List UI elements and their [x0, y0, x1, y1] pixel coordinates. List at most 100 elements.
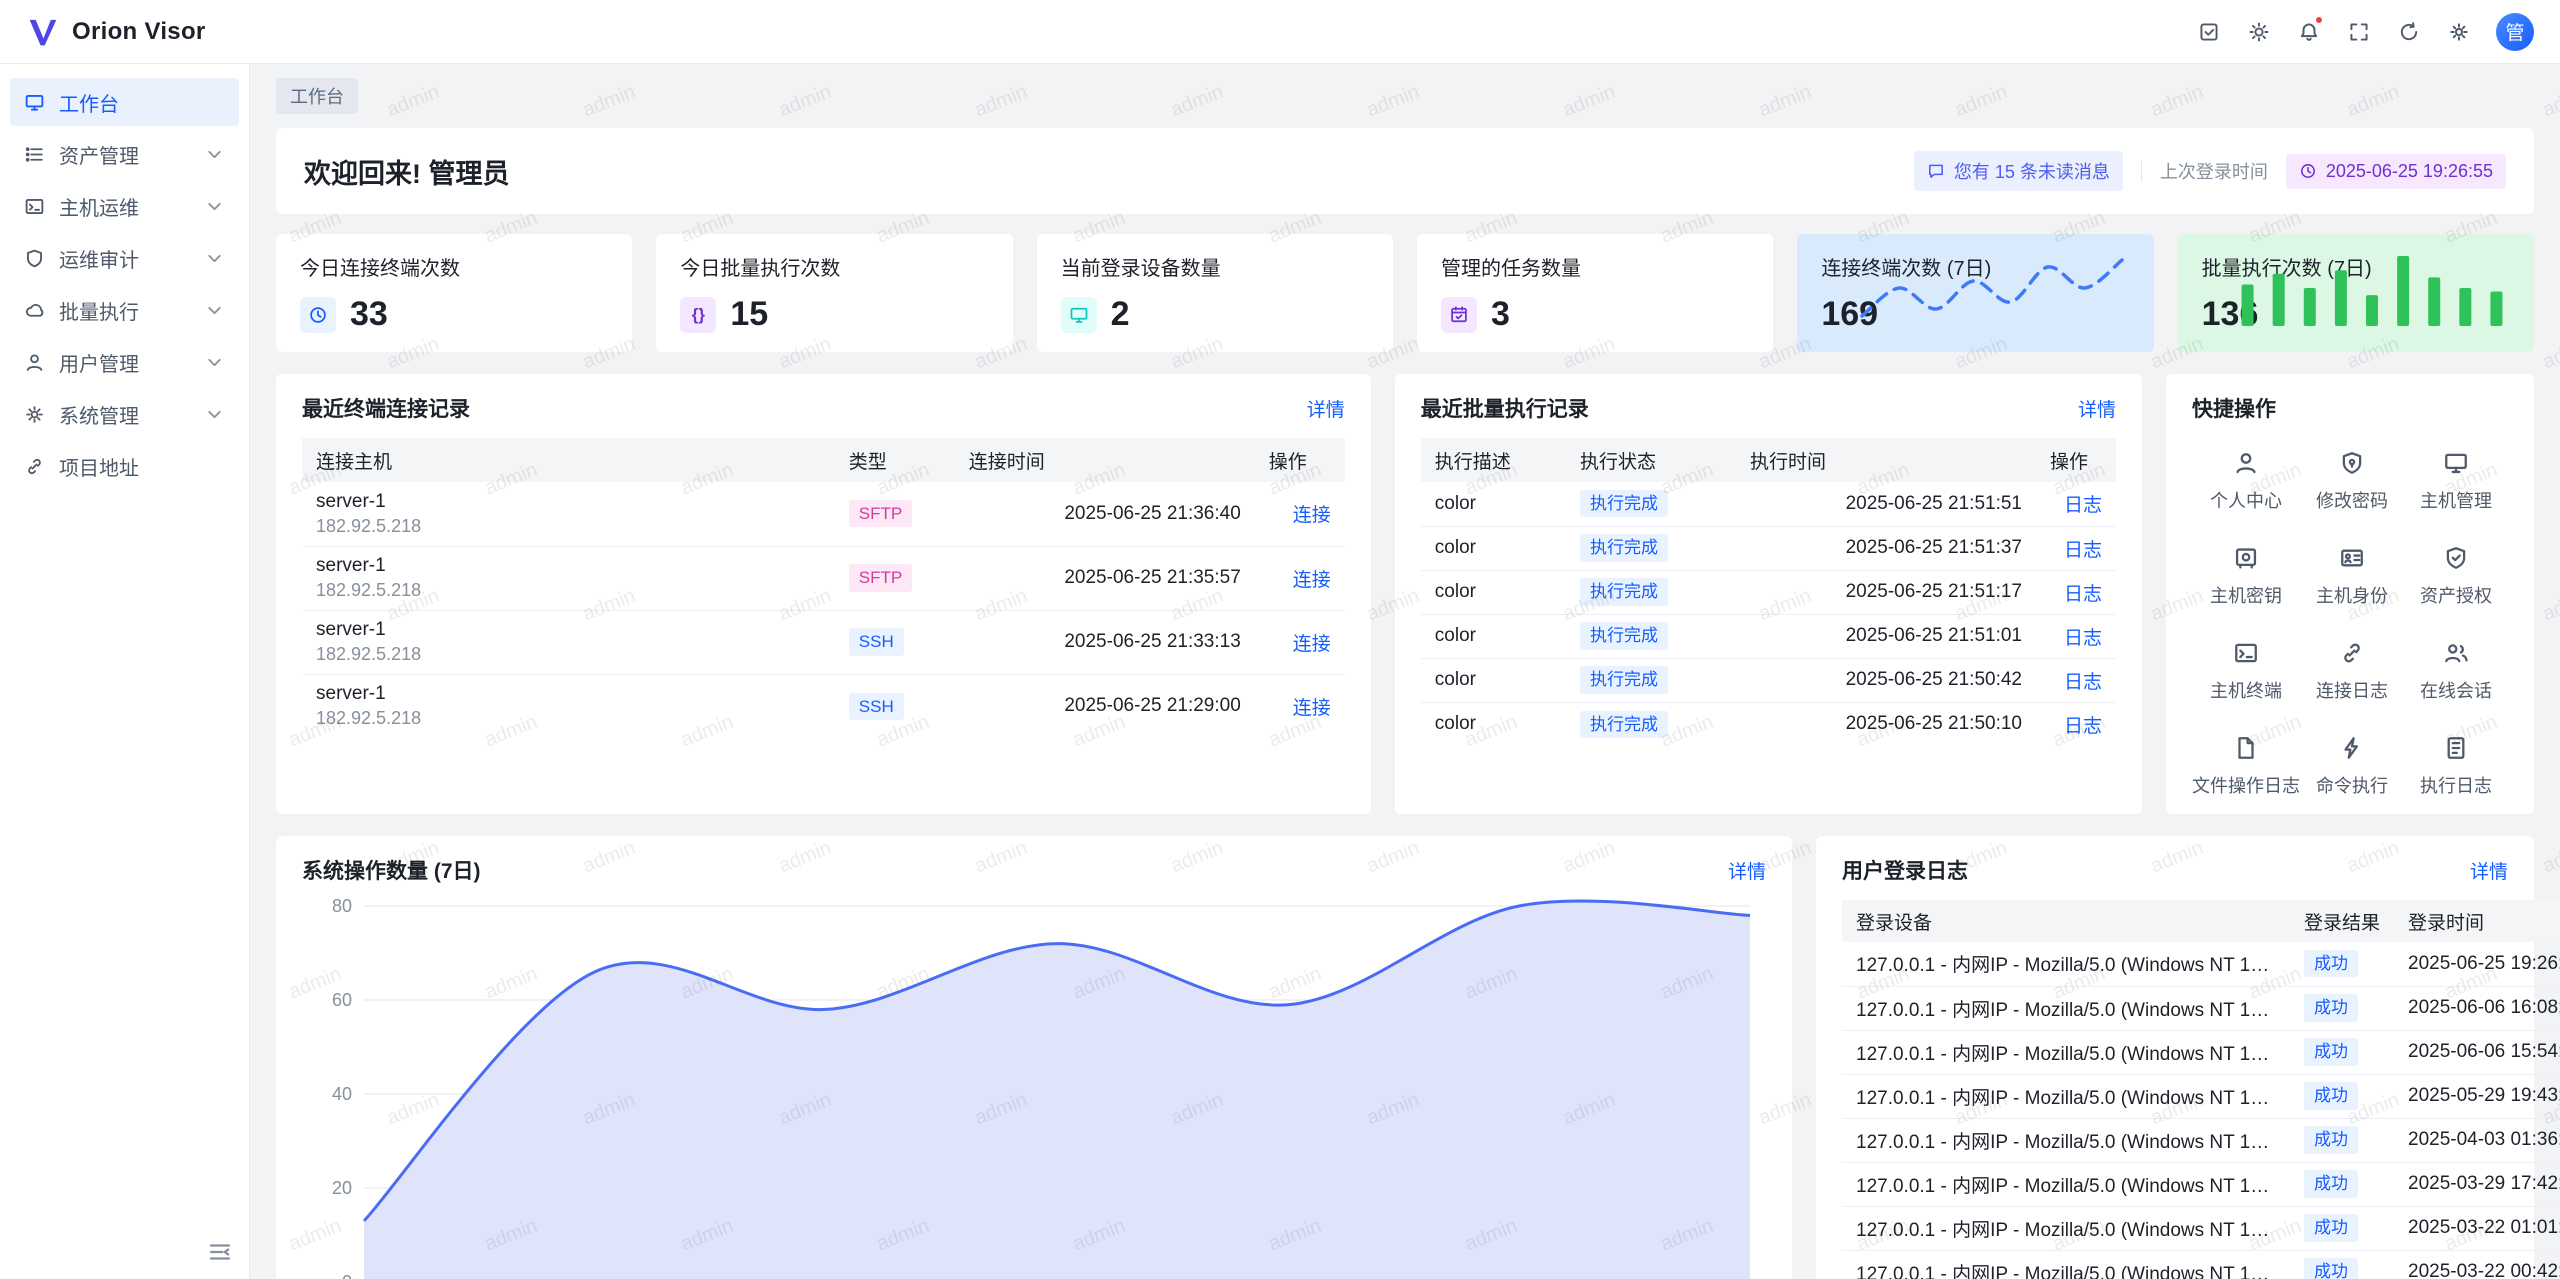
quick-op-host-identity[interactable]: 主机身份	[2300, 545, 2404, 608]
quick-op-online-sessions[interactable]: 在线会话	[2404, 640, 2508, 703]
stat-card-tasks: 管理的任务数量 3	[1417, 234, 1773, 352]
refresh-icon[interactable]	[2388, 11, 2430, 53]
log-link[interactable]: 日志	[2064, 540, 2102, 561]
svg-text:80: 80	[332, 896, 352, 916]
status-badge: 执行完成	[1580, 666, 1668, 693]
login-logs-detail-link[interactable]: 详情	[2470, 857, 2508, 884]
quick-op-file-operation-logs[interactable]: 文件操作日志	[2192, 735, 2300, 798]
table-header-row: 登录设备 登录结果 登录时间	[1842, 900, 2560, 942]
card-title: 系统操作数量 (7日)	[302, 855, 481, 885]
connect-link[interactable]: 连接	[1293, 634, 1331, 655]
terminal-records-detail-link[interactable]: 详情	[1307, 395, 1345, 422]
login-time: 2025-03-29 17:42:50	[2394, 1162, 2560, 1206]
fullscreen-icon[interactable]	[2338, 11, 2380, 53]
sidebar-item-host-ops[interactable]: 主机运维	[10, 182, 239, 230]
exec-desc: color	[1421, 570, 1566, 614]
quick-op-exec-logs[interactable]: 执行日志	[2404, 735, 2508, 798]
chevron-down-icon	[204, 196, 225, 217]
sidebar-item-audit[interactable]: 运维审计	[10, 234, 239, 282]
collapse-sidebar-icon[interactable]	[207, 1239, 233, 1265]
exec-time: 2025-06-25 21:51:51	[1736, 482, 2036, 526]
divider	[2141, 160, 2142, 182]
exec-desc: color	[1421, 482, 1566, 526]
login-time: 2025-03-22 00:42:34	[2394, 1250, 2560, 1279]
table-row: color 执行完成 2025-06-25 21:50:42 日志	[1421, 658, 2116, 702]
connect-time: 2025-06-25 21:35:57	[955, 546, 1255, 610]
table-row: 127.0.0.1 - 内网IP - Mozilla/5.0 (Windows …	[1842, 986, 2560, 1030]
batch-records-detail-link[interactable]: 详情	[2078, 395, 2116, 422]
quick-op-host-management[interactable]: 主机管理	[2404, 450, 2508, 513]
app-brand[interactable]: Orion Visor	[26, 15, 206, 49]
batch-records-card: 最近批量执行记录 详情 执行描述 执行状态 执行时间 操作 color 执行完成	[1395, 374, 2142, 814]
bell-icon[interactable]	[2288, 11, 2330, 53]
quick-op-host-terminal[interactable]: 主机终端	[2192, 640, 2300, 703]
login-device: 127.0.0.1 - 内网IP - Mozilla/5.0 (Windows …	[1856, 1039, 2276, 1066]
connect-link[interactable]: 连接	[1293, 570, 1331, 591]
login-device: 127.0.0.1 - 内网IP - Mozilla/5.0 (Windows …	[1856, 950, 2276, 977]
bolt-icon	[2339, 735, 2365, 761]
svg-text:20: 20	[332, 1178, 352, 1198]
host-name: server-1	[316, 619, 821, 641]
sidebar-item-project-url[interactable]: 项目地址	[10, 442, 239, 490]
breadcrumb-workbench[interactable]: 工作台	[276, 78, 358, 114]
login-device: 127.0.0.1 - 内网IP - Mozilla/5.0 (Windows …	[1856, 1127, 2276, 1154]
login-device: 127.0.0.1 - 内网IP - Mozilla/5.0 (Windows …	[1856, 1215, 2276, 1242]
notification-dot	[2314, 15, 2324, 25]
app-logo-icon	[26, 15, 60, 49]
chevron-down-icon	[204, 144, 225, 165]
table-row: 127.0.0.1 - 内网IP - Mozilla/5.0 (Windows …	[1842, 942, 2560, 986]
connect-link[interactable]: 连接	[1293, 505, 1331, 526]
quick-op-asset-authorization[interactable]: 资产授权	[2404, 545, 2508, 608]
login-result-badge: 成功	[2304, 1258, 2358, 1279]
table-row: color 执行完成 2025-06-25 21:51:01 日志	[1421, 614, 2116, 658]
host-ip: 182.92.5.218	[316, 516, 821, 537]
sidebar-item-batch-exec[interactable]: 批量执行	[10, 286, 239, 334]
idcard-icon	[2339, 545, 2365, 571]
table-row: 127.0.0.1 - 内网IP - Mozilla/5.0 (Windows …	[1842, 1250, 2560, 1279]
check-square-icon[interactable]	[2188, 11, 2230, 53]
sidebar: 工作台 资产管理 主机运维 运维审计 批量执行 用户管理	[0, 64, 250, 1279]
log-link[interactable]: 日志	[2064, 584, 2102, 605]
exec-time: 2025-06-25 21:51:37	[1736, 526, 2036, 570]
quick-op-command-exec[interactable]: 命令执行	[2300, 735, 2404, 798]
list-icon	[24, 144, 45, 165]
welcome-card: 欢迎回来! 管理员 您有 15 条未读消息 上次登录时间 2025-06-25 …	[276, 128, 2534, 214]
quick-op-change-password[interactable]: 修改密码	[2300, 450, 2404, 513]
avatar[interactable]: 管	[2496, 13, 2534, 51]
status-badge: 执行完成	[1580, 534, 1668, 561]
sidebar-item-users[interactable]: 用户管理	[10, 338, 239, 386]
chevron-down-icon	[204, 248, 225, 269]
status-badge: 执行完成	[1580, 490, 1668, 517]
quick-op-host-keys[interactable]: 主机密钥	[2192, 545, 2300, 608]
log-link[interactable]: 日志	[2064, 672, 2102, 693]
ops-chart-detail-link[interactable]: 详情	[1728, 857, 1766, 884]
sidebar-item-label: 工作台	[59, 88, 119, 117]
unread-messages-chip[interactable]: 您有 15 条未读消息	[1914, 151, 2123, 191]
sun-icon[interactable]	[2238, 11, 2280, 53]
protocol-tag: SFTP	[849, 564, 912, 591]
sidebar-item-system[interactable]: 系统管理	[10, 390, 239, 438]
login-device: 127.0.0.1 - 内网IP - Mozilla/5.0 (Windows …	[1856, 1171, 2276, 1198]
login-logs-card: 用户登录日志 详情 登录设备 登录结果 登录时间 127.0.0.1 - 内网I…	[1816, 836, 2534, 1279]
log-link[interactable]: 日志	[2064, 716, 2102, 737]
log-link[interactable]: 日志	[2064, 495, 2102, 516]
protocol-tag: SFTP	[849, 500, 912, 527]
topbar: Orion Visor 管	[0, 0, 2560, 64]
stat-card-batch-7d: 批量执行次数 (7日) 136	[2178, 234, 2534, 352]
login-result-badge: 成功	[2304, 994, 2358, 1021]
protocol-tag: SSH	[849, 628, 904, 655]
exec-desc: color	[1421, 702, 1566, 746]
connect-link[interactable]: 连接	[1293, 698, 1331, 719]
svg-text:40: 40	[332, 1084, 352, 1104]
exec-time: 2025-06-25 21:50:42	[1736, 658, 2036, 702]
sidebar-item-assets[interactable]: 资产管理	[10, 130, 239, 178]
login-result-badge: 成功	[2304, 1082, 2358, 1109]
card-title: 最近终端连接记录	[302, 393, 470, 423]
last-login-label: 上次登录时间	[2160, 158, 2268, 184]
gear-icon[interactable]	[2438, 11, 2480, 53]
quick-op-personal-center[interactable]: 个人中心	[2192, 450, 2300, 513]
link-icon	[24, 456, 45, 477]
log-link[interactable]: 日志	[2064, 628, 2102, 649]
quick-op-connection-logs[interactable]: 连接日志	[2300, 640, 2404, 703]
sidebar-item-workbench[interactable]: 工作台	[10, 78, 239, 126]
